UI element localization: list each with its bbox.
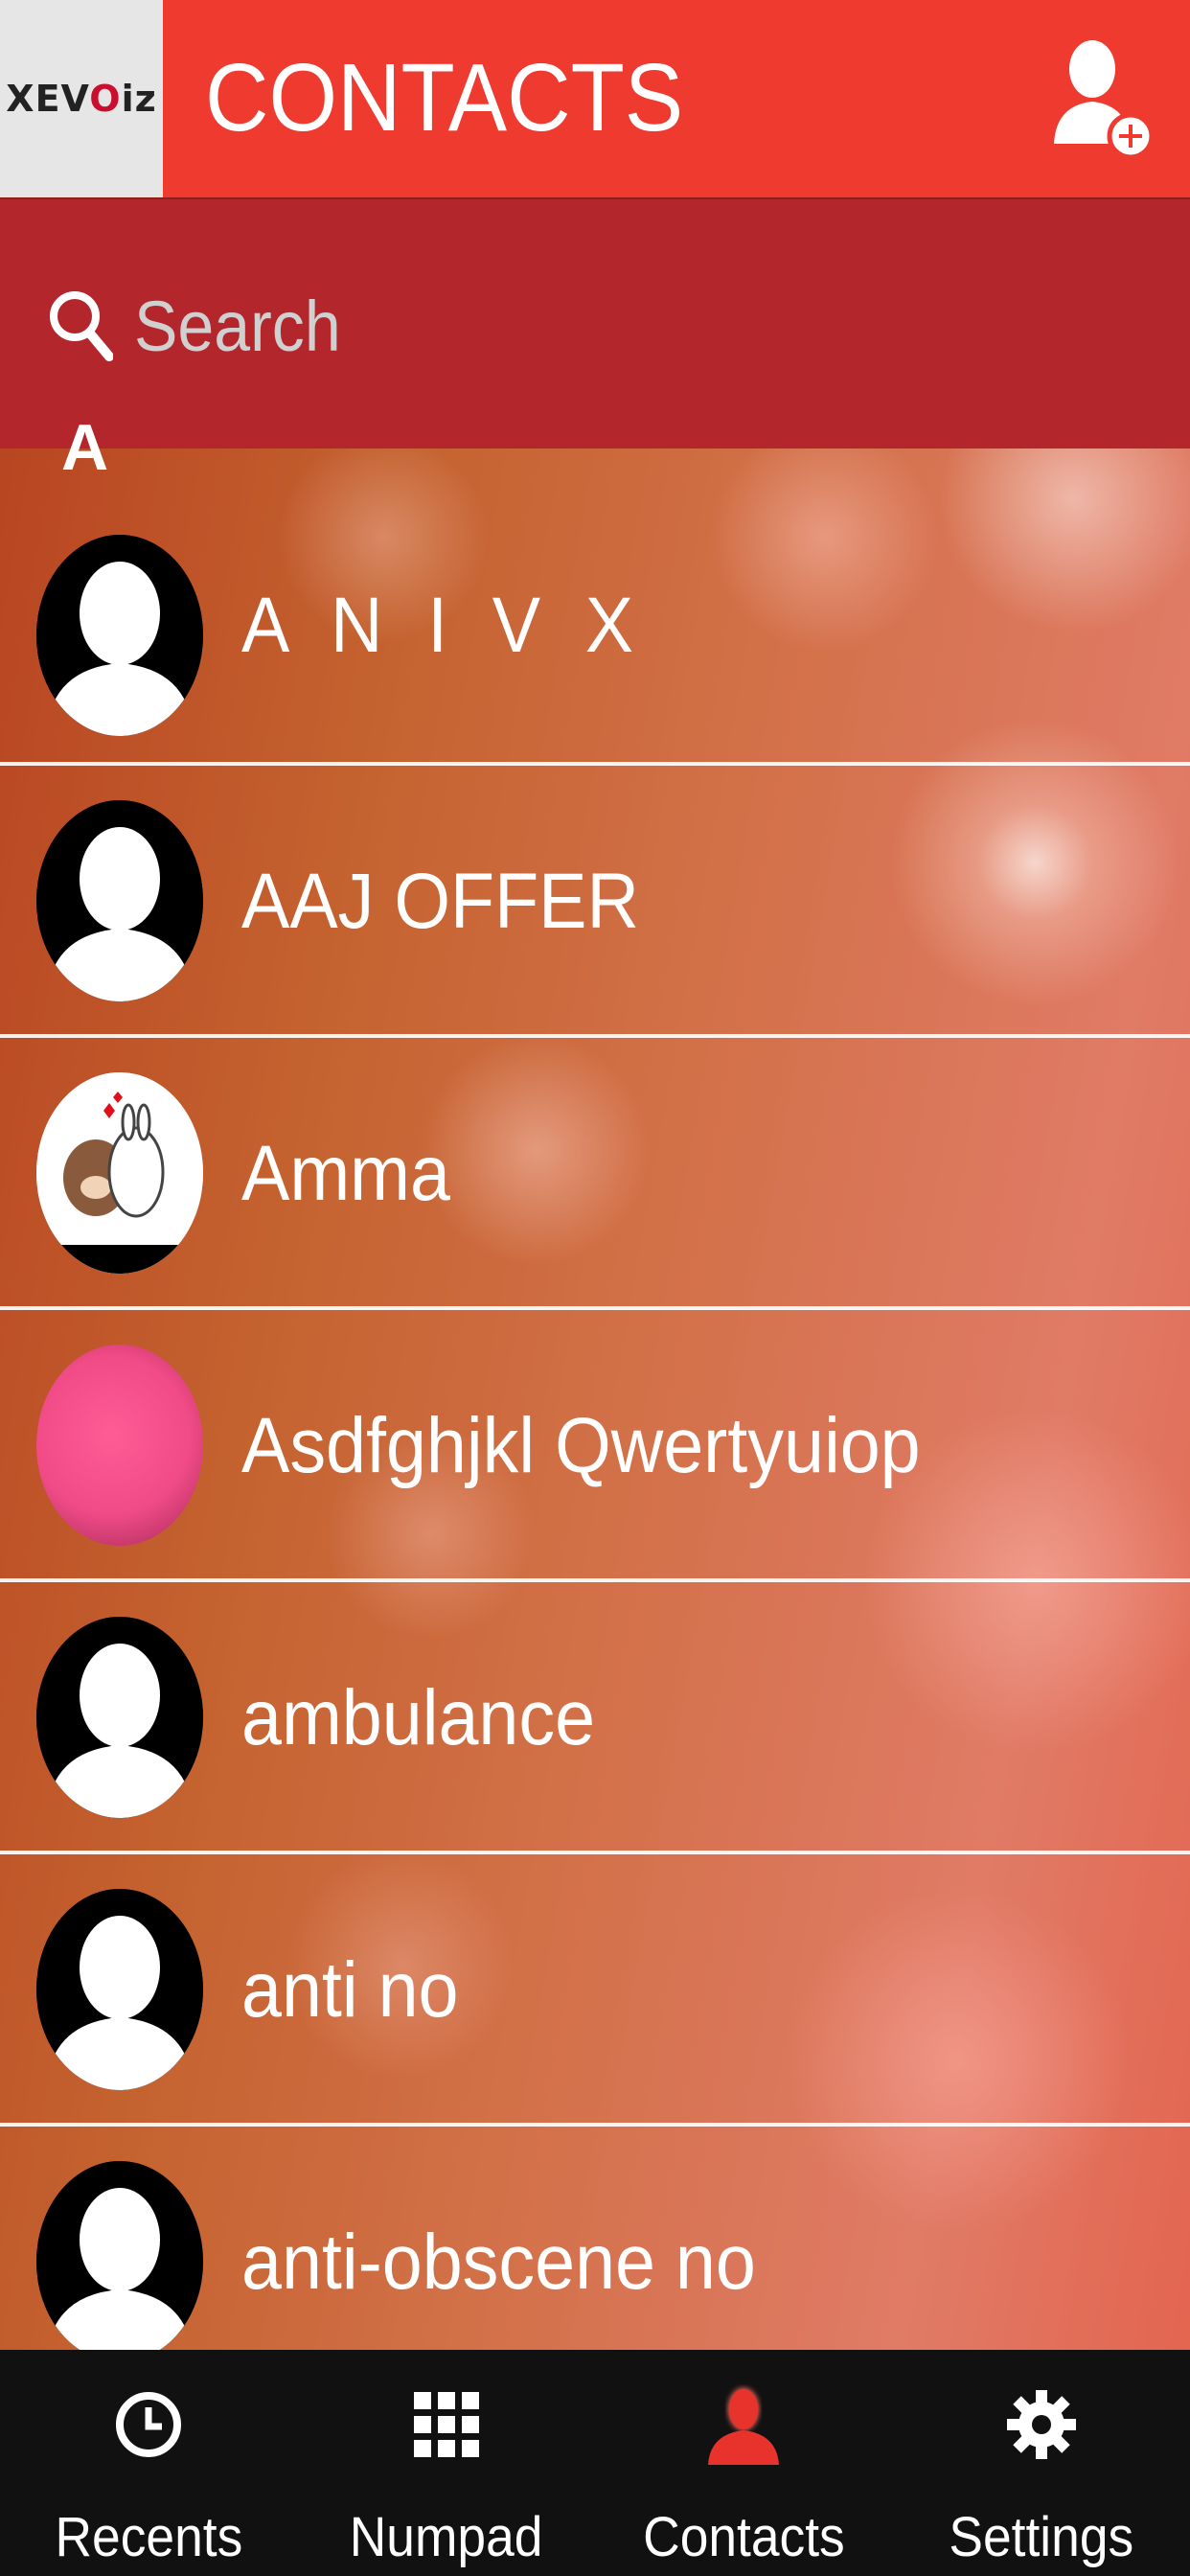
tab-label: Recents bbox=[55, 2506, 243, 2568]
default-avatar bbox=[36, 1617, 203, 1818]
tab-label: Contacts bbox=[642, 2506, 845, 2568]
contact-row[interactable]: anti no bbox=[0, 1854, 1190, 2127]
contact-row[interactable]: Asdfghjkl Qwertyuiop bbox=[0, 1310, 1190, 1582]
contact-row[interactable]: A N I V X bbox=[0, 450, 1190, 766]
gear-icon bbox=[1006, 2390, 1076, 2459]
contact-name: AAJ OFFER bbox=[241, 858, 639, 945]
tab-label: Numpad bbox=[349, 2506, 543, 2568]
contact-name: anti no bbox=[241, 1946, 459, 2034]
contacts-list: A N I V X AAJ OFFER Amma Asdfghjkl Qwert… bbox=[0, 450, 1190, 2395]
search-placeholder: Search bbox=[134, 286, 341, 366]
contact-name: A N I V X bbox=[241, 581, 646, 669]
add-contact-icon bbox=[1054, 40, 1155, 160]
tab-settings[interactable]: Settings bbox=[893, 2350, 1190, 2576]
default-avatar bbox=[36, 1889, 203, 2090]
pink-avatar bbox=[36, 1345, 203, 1546]
bottom-tab-bar: Recents Numpad Contacts Settings bbox=[0, 2350, 1190, 2576]
tab-recents[interactable]: Recents bbox=[0, 2350, 298, 2576]
contact-name: Amma bbox=[241, 1130, 450, 1217]
numpad-grid-icon bbox=[413, 2392, 479, 2457]
contact-name: Asdfghjkl Qwertyuiop bbox=[241, 1402, 921, 1489]
contact-row[interactable]: Amma bbox=[0, 1038, 1190, 1310]
contact-name: ambulance bbox=[241, 1674, 596, 1761]
default-avatar bbox=[36, 535, 203, 736]
page-title: CONTACTS bbox=[205, 44, 684, 151]
clock-icon bbox=[116, 2392, 182, 2457]
sticker-avatar bbox=[36, 1072, 203, 1274]
contact-person-icon bbox=[708, 2388, 780, 2465]
tab-numpad[interactable]: Numpad bbox=[298, 2350, 596, 2576]
contact-row[interactable]: AAJ OFFER bbox=[0, 766, 1190, 1038]
default-avatar bbox=[36, 2161, 203, 2362]
tab-contacts[interactable]: Contacts bbox=[595, 2350, 893, 2576]
search-icon bbox=[50, 291, 113, 361]
app-header: XEVOiz CONTACTS bbox=[0, 0, 1190, 199]
default-avatar bbox=[36, 800, 203, 1001]
app-logo: XEVOiz bbox=[0, 0, 163, 197]
search-input[interactable]: Search bbox=[48, 278, 719, 374]
add-contact-button[interactable] bbox=[1052, 36, 1157, 161]
tab-label: Settings bbox=[949, 2506, 1134, 2568]
contact-row[interactable]: ambulance bbox=[0, 1582, 1190, 1854]
